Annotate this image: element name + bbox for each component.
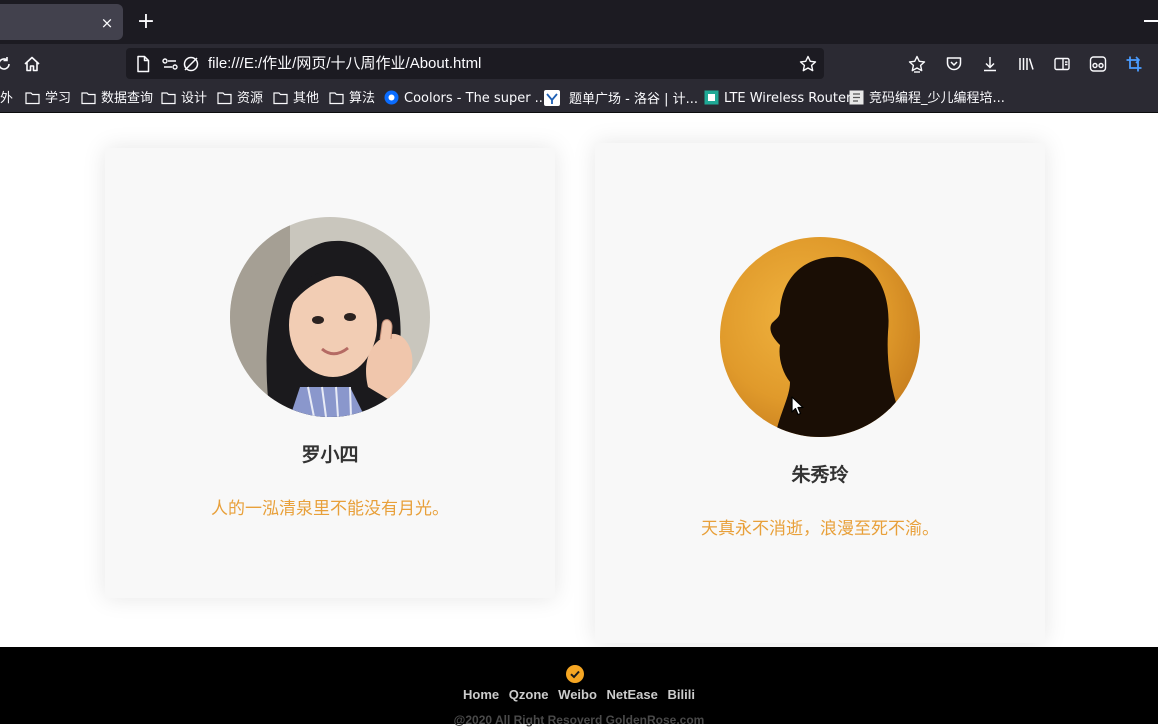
new-tab-button[interactable]: + (136, 11, 156, 33)
portrait-photo (230, 217, 430, 417)
folder-icon (217, 91, 232, 111)
bookmark-label: 资源 (237, 91, 264, 106)
footer-link-weibo[interactable]: Weibo (558, 687, 597, 702)
folder-icon (25, 91, 40, 111)
bookmark-folder[interactable]: 资源 (217, 90, 263, 108)
minimize-button[interactable] (1144, 20, 1158, 22)
coolors-icon (384, 90, 399, 111)
extensions-icon[interactable] (907, 54, 927, 74)
tab-close-button[interactable]: × (98, 14, 116, 32)
home-icon[interactable] (22, 54, 42, 74)
library-icon[interactable] (1016, 54, 1036, 74)
site-footer: Home Qzone Weibo NetEase Bilili @2020 Al… (0, 647, 1158, 727)
reload-icon[interactable] (0, 54, 14, 74)
bookmark-label: 外 (0, 91, 14, 106)
bookmark-label: Coolors - The super ... (404, 91, 548, 106)
footer-nav: Home Qzone Weibo NetEase Bilili (0, 687, 1158, 702)
bookmark-label: 竞码编程_少儿编程培... (869, 91, 1005, 106)
downloads-icon[interactable] (980, 54, 1000, 74)
reader-icon[interactable] (1088, 54, 1108, 74)
profile-quote: 天真永不消逝，浪漫至死不渝。 (701, 519, 939, 539)
bookmark-label: LTE Wireless Router (724, 91, 852, 106)
bookmark-link[interactable]: Coolors - The super ... (384, 90, 547, 108)
router-icon (704, 90, 719, 111)
bookmark-label: 学习 (45, 91, 72, 106)
bookmark-folder[interactable]: 设计 (161, 90, 207, 108)
folder-icon (81, 91, 96, 111)
profile-name: 朱秀玲 (791, 464, 849, 486)
silhouette-photo (720, 237, 920, 437)
bookmark-folder[interactable]: 学习 (25, 90, 71, 108)
footer-link-netease[interactable]: NetEase (607, 687, 658, 702)
profile-quote: 人的一泓清泉里不能没有月光。 (211, 499, 449, 519)
sidebar-icon[interactable] (1052, 54, 1072, 74)
bookmark-folder[interactable]: 算法 (329, 90, 375, 108)
bookmark-link[interactable]: 题单广场 - 洛谷 | 计... (544, 90, 698, 108)
bookmark-label: 算法 (349, 91, 376, 106)
tracking-protection-icon[interactable] (181, 54, 201, 74)
pocket-icon[interactable] (944, 54, 964, 74)
bookmark-item[interactable]: 外 (0, 90, 13, 108)
luogu-icon (544, 90, 560, 112)
page-content: 罗小四 人的一泓清泉里不能没有月光。 朱秀玲 天真永不消逝，浪漫至死不渝。 (0, 113, 1158, 647)
tab-strip: × + (0, 0, 1158, 44)
avatar (720, 237, 920, 437)
bookmark-label: 其他 (293, 91, 320, 106)
folder-icon (329, 91, 344, 111)
screenshot-icon[interactable] (1124, 54, 1144, 74)
copyright-text: @2020 All Right Resoverd GoldenRose.com (453, 713, 705, 727)
bookmark-label: 题单广场 - 洛谷 | 计... (569, 92, 698, 107)
profile-card: 罗小四 人的一泓清泉里不能没有月光。 (105, 148, 555, 598)
page-icon[interactable] (133, 54, 153, 74)
bookmark-label: 设计 (181, 91, 208, 106)
folder-icon (161, 91, 176, 111)
bookmark-link[interactable]: 竞码编程_少儿编程培... (849, 90, 1005, 108)
bookmark-star-icon[interactable] (798, 54, 818, 74)
bookmark-label: 数据查询 (101, 91, 154, 106)
bookmarks-toolbar: 外 学习 数据查询 设计 资源 其他 算法 Coolors - The supe… (0, 84, 1158, 113)
bookmark-folder[interactable]: 数据查询 (81, 90, 153, 108)
footer-link-bilili[interactable]: Bilili (667, 687, 694, 702)
mouse-cursor-icon (791, 396, 805, 416)
avatar (230, 217, 430, 417)
bookmark-folder[interactable]: 其他 (273, 90, 319, 108)
page-icon (849, 90, 864, 111)
check-badge-icon (566, 665, 584, 683)
permissions-icon[interactable] (160, 54, 180, 74)
profile-name: 罗小四 (301, 444, 359, 466)
footer-link-home[interactable]: Home (463, 687, 499, 702)
bookmark-link[interactable]: LTE Wireless Router (704, 90, 851, 108)
address-text[interactable]: file:///E:/作业/网页/十八周作业/About.html (208, 55, 481, 73)
profile-card: 朱秀玲 天真永不消逝，浪漫至死不渝。 (595, 143, 1045, 643)
folder-icon (273, 91, 288, 111)
active-tab[interactable]: × (0, 4, 123, 40)
footer-link-qzone[interactable]: Qzone (509, 687, 549, 702)
